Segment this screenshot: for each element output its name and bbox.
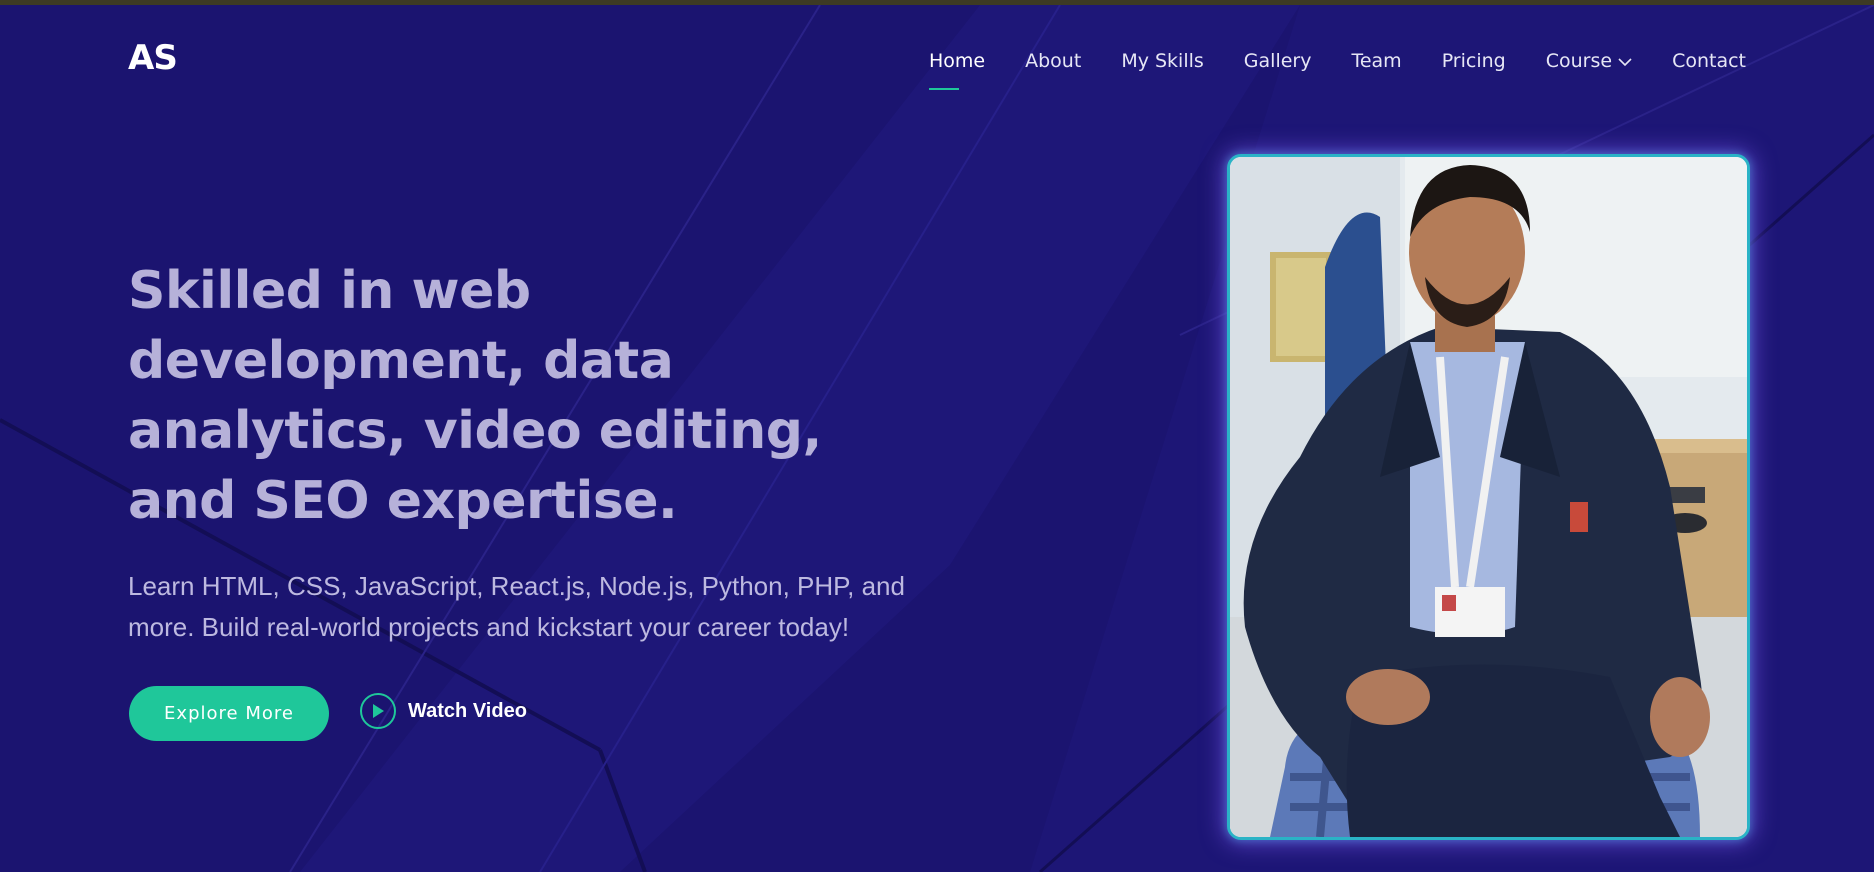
hero-headline: Skilled in web development, data analyti… [128, 261, 822, 531]
nav-item-pricing[interactable]: Pricing [1442, 50, 1506, 72]
profile-photo [1227, 154, 1750, 840]
play-icon [360, 693, 396, 729]
nav-item-team[interactable]: Team [1351, 50, 1401, 72]
main-navigation: Home About My Skills Gallery Team Pricin… [889, 50, 1746, 90]
watch-video-button[interactable]: Watch Video [360, 693, 527, 729]
nav-item-about[interactable]: About [1025, 50, 1081, 72]
nav-item-home[interactable]: Home [929, 50, 985, 90]
watch-video-label: Watch Video [408, 699, 527, 722]
nav-item-gallery[interactable]: Gallery [1244, 50, 1312, 72]
nav-item-my-skills[interactable]: My Skills [1121, 50, 1203, 72]
hero-subtext: Learn HTML, CSS, JavaScript, React.js, N… [128, 571, 905, 642]
site-logo[interactable]: AS [128, 38, 178, 78]
nav-item-contact[interactable]: Contact [1672, 50, 1746, 72]
explore-more-button[interactable]: Explore More [129, 686, 329, 741]
chevron-down-icon [1618, 50, 1632, 72]
nav-item-course[interactable]: Course [1546, 50, 1632, 72]
nav-item-course-label: Course [1545, 50, 1613, 72]
